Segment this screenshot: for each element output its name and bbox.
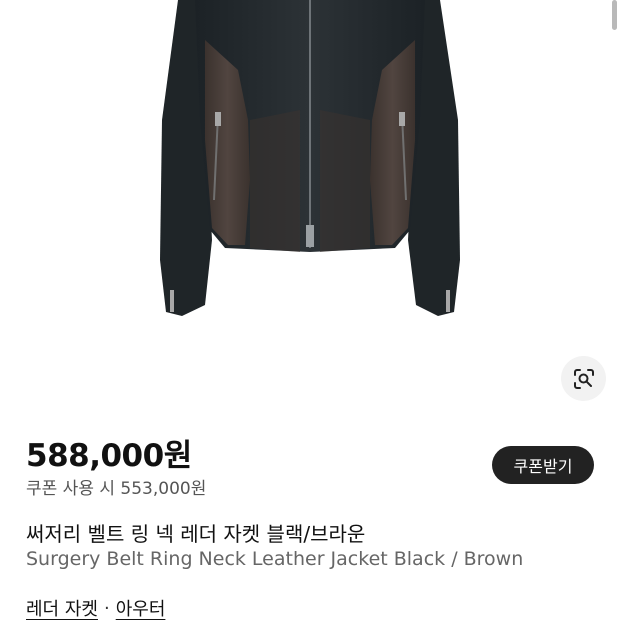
category-link-outer[interactable]: 아우터: [116, 595, 166, 621]
image-search-button[interactable]: [561, 356, 606, 401]
category-separator: ·: [103, 597, 110, 619]
product-price: 588,000원: [26, 438, 192, 474]
image-search-icon: [573, 368, 594, 389]
product-image[interactable]: [0, 0, 620, 345]
get-coupon-button[interactable]: 쿠폰받기: [492, 446, 594, 484]
category-link-leather-jacket[interactable]: 레더 자켓: [26, 595, 98, 621]
product-title-korean: 써저리 벨트 링 넥 레더 자켓 블랙/브라운: [26, 522, 366, 546]
category-breadcrumb: 레더 자켓 · 아우터: [26, 595, 165, 621]
product-title-english: Surgery Belt Ring Neck Leather Jacket Bl…: [26, 548, 524, 570]
coupon-price: 쿠폰 사용 시 553,000원: [26, 479, 207, 499]
